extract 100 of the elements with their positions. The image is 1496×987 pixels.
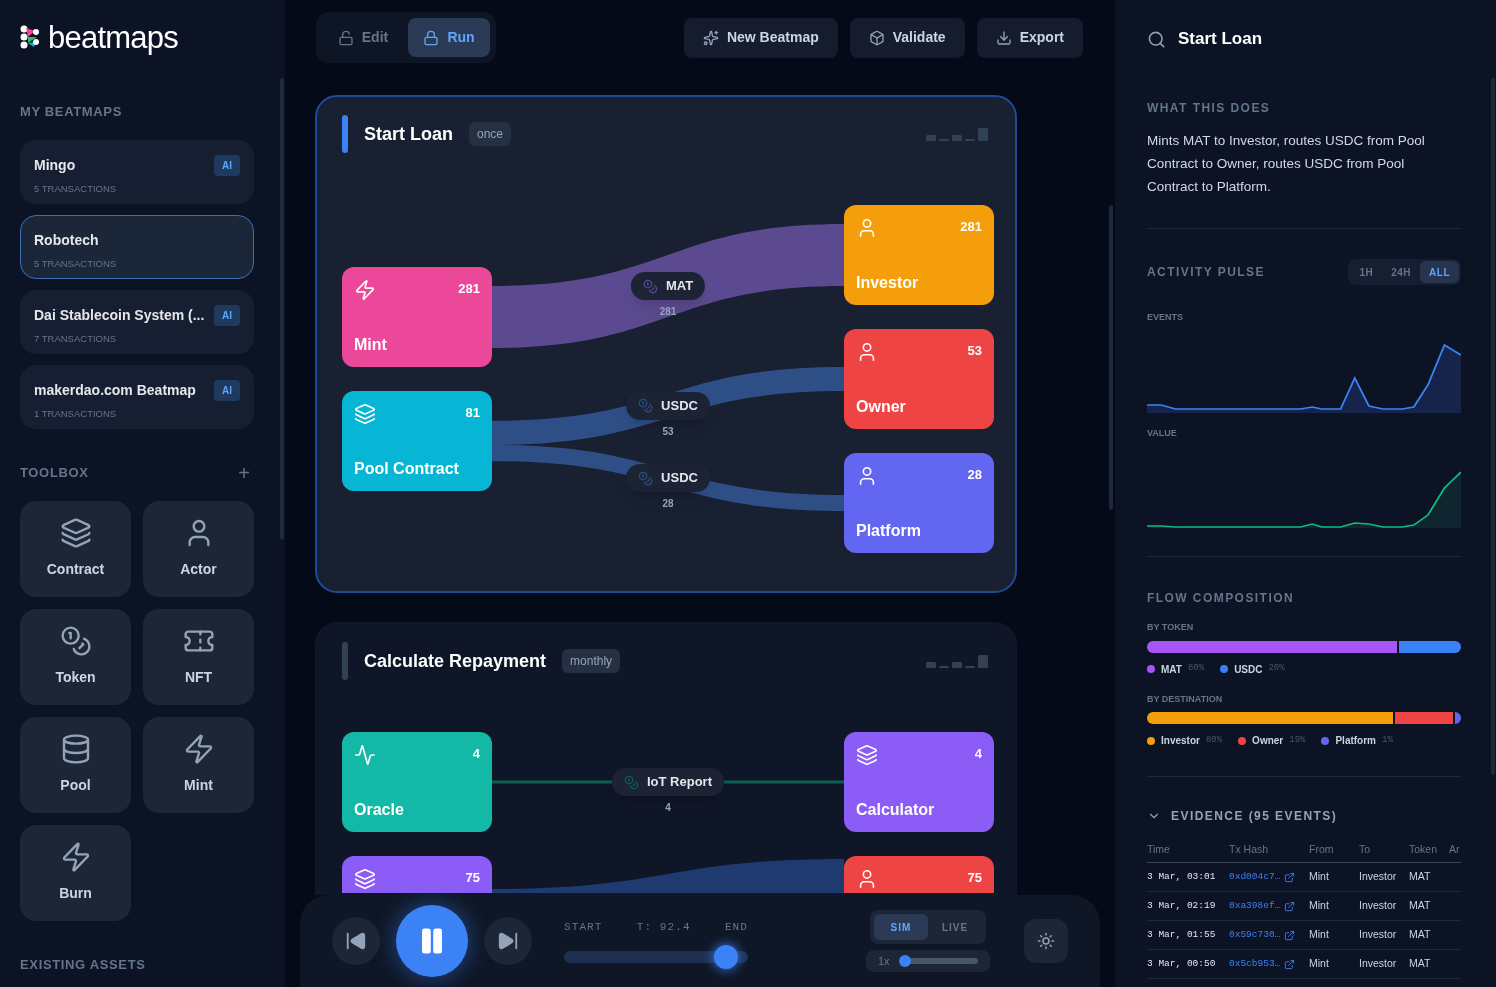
lock-icon <box>423 29 440 46</box>
mode-tab[interactable]: Run <box>408 18 490 57</box>
beatmap-item[interactable]: Dai Stablecoin System (... AI 7 TRANSACTIONS <box>20 289 254 354</box>
token-pill[interactable]: USDC <box>626 464 710 492</box>
external-link-icon[interactable] <box>1284 929 1296 941</box>
mini-bars-icon <box>926 127 990 141</box>
section-title: TOOLBOX <box>20 463 89 482</box>
flow-node[interactable]: 281 Mint <box>342 267 492 367</box>
lightning-icon <box>354 279 376 301</box>
frequency-badge: once <box>469 122 512 146</box>
legend-percent: 80% <box>1205 733 1223 747</box>
node-count: 281 <box>960 218 982 236</box>
accent-bar <box>342 642 348 680</box>
node-label: Oracle <box>354 800 404 820</box>
beatmap-name: Mingo <box>34 155 76 175</box>
step-title: Start Loan <box>364 122 453 146</box>
token-pill[interactable]: IoT Report <box>612 768 724 796</box>
hash-link[interactable]: 0x59c730… <box>1229 927 1281 943</box>
hash-link[interactable]: 0xa398ef… <box>1229 898 1281 914</box>
tool-tile[interactable]: Token <box>20 608 131 705</box>
pulse-icon <box>354 744 376 766</box>
legend-percent: 19% <box>1289 733 1306 747</box>
table-cell-text: 3 Mar, 00:50 <box>1147 956 1217 971</box>
flow-node[interactable]: 28 Platform <box>844 453 994 553</box>
section-title: MY BEATMAPS <box>20 103 123 121</box>
cube-icon <box>868 29 885 46</box>
mode-tab[interactable]: Edit <box>322 18 404 57</box>
tool-tile[interactable]: Mint <box>143 716 254 813</box>
slider-thumb[interactable] <box>713 945 738 970</box>
legend-percent: 1% <box>1382 733 1393 747</box>
speed-label: 1x <box>878 953 890 969</box>
legend-label: Owner <box>1252 734 1284 748</box>
flow-count: 4 <box>665 801 671 815</box>
external-link-icon[interactable] <box>1284 958 1296 970</box>
coins-icon <box>638 470 654 486</box>
table-cell-text: 3 Mar, 02:19 <box>1147 898 1217 913</box>
transaction-count: 5 TRANSACTIONS <box>34 256 118 271</box>
node-label: Owner <box>856 397 906 417</box>
timeline-slider[interactable] <box>564 945 748 970</box>
toolbar-button[interactable]: Export <box>976 17 1083 58</box>
node-count: 75 <box>465 869 480 887</box>
hash-link[interactable]: 0x5cb953… <box>1229 956 1281 972</box>
token-pill[interactable]: MAT <box>630 272 706 300</box>
node-label: Pool Contract <box>354 459 459 479</box>
speed-slider[interactable] <box>901 955 978 967</box>
legend-percent: 20% <box>1268 662 1285 676</box>
end-label: END <box>724 919 748 935</box>
add-button[interactable]: + <box>238 462 254 483</box>
mode-toggle[interactable]: SIM <box>874 914 928 940</box>
accent-bar <box>342 115 348 153</box>
beatmap-item[interactable]: makerdao.com Beatmap AI 1 TRANSACTIONS <box>20 364 254 429</box>
external-link-icon[interactable] <box>1284 900 1296 912</box>
column-header: Time <box>1147 841 1171 857</box>
external-link-icon[interactable] <box>1284 871 1296 883</box>
flow-node[interactable]: 4 Calculator <box>844 732 994 832</box>
section-title: ACTIVITY PULSE <box>1147 264 1265 281</box>
flow-count: 281 <box>659 305 677 319</box>
section-title[interactable]: EVIDENCE (95 EVENTS) <box>1171 807 1338 825</box>
flow-node[interactable]: 53 Owner <box>844 329 994 429</box>
beatmap-item[interactable]: Robotech 5 TRANSACTIONS <box>20 214 254 279</box>
flow-node[interactable]: 75 <box>342 856 492 893</box>
node-label: Platform <box>856 521 921 541</box>
tool-tile[interactable]: Contract <box>20 500 131 597</box>
layers-icon <box>354 403 376 425</box>
theme-button[interactable] <box>1024 919 1068 963</box>
token-pill[interactable]: USDC <box>626 391 710 420</box>
tool-tile[interactable]: Pool <box>20 716 131 813</box>
legend-label: MAT <box>1161 662 1182 677</box>
tool-tile[interactable]: Actor <box>143 500 254 597</box>
flow-node[interactable]: 75 <box>844 856 994 893</box>
lock-icon <box>337 29 354 46</box>
table-cell-text: Investor <box>1359 927 1398 943</box>
step-card[interactable]: Calculate Repayment monthly 4 Oracle 75 4 Calculator 75 IoT Report 4 <box>315 622 1017 895</box>
previous-button[interactable] <box>332 917 380 965</box>
legend-label: Platform <box>1335 734 1376 748</box>
beatmap-name: Robotech <box>34 230 99 250</box>
toolbar-button[interactable]: Validate <box>849 17 965 58</box>
play-pause-button[interactable] <box>396 905 468 977</box>
next-button[interactable] <box>484 917 532 965</box>
hash-link[interactable]: 0xd004c7… <box>1229 869 1281 885</box>
step-card[interactable]: Start Loan once 281 Mint 81 Pool Contract 281 Investor 53 Owner 28 Platform MAT 281 USDC 53 USDC 28 <box>315 95 1017 593</box>
tool-tile[interactable]: Burn <box>20 824 131 921</box>
table-cell-text: Mint <box>1309 927 1330 943</box>
logo-icon <box>20 25 40 49</box>
chart-label: BY DESTINATION <box>1147 692 1224 706</box>
slider-thumb[interactable] <box>899 955 912 967</box>
transaction-count: 1 TRANSACTIONS <box>34 406 118 421</box>
node-count: 281 <box>458 280 480 298</box>
skip-back-icon <box>345 930 367 952</box>
tool-tile[interactable]: NFT <box>143 608 254 705</box>
beatmap-item[interactable]: Mingo AI 5 TRANSACTIONS <box>20 139 254 204</box>
scrollbar[interactable] <box>1109 205 1113 510</box>
time-label: T: 92.4 <box>636 919 691 935</box>
node-count: 28 <box>967 466 982 484</box>
range-tab[interactable]: ALL <box>1420 261 1459 283</box>
toolbar-button[interactable]: New Beatmap <box>683 17 838 58</box>
layers-icon <box>856 744 878 766</box>
table-cell-text: Investor <box>1359 869 1398 885</box>
ai-badge: AI <box>214 304 240 326</box>
step-title: Calculate Repayment <box>364 649 547 673</box>
